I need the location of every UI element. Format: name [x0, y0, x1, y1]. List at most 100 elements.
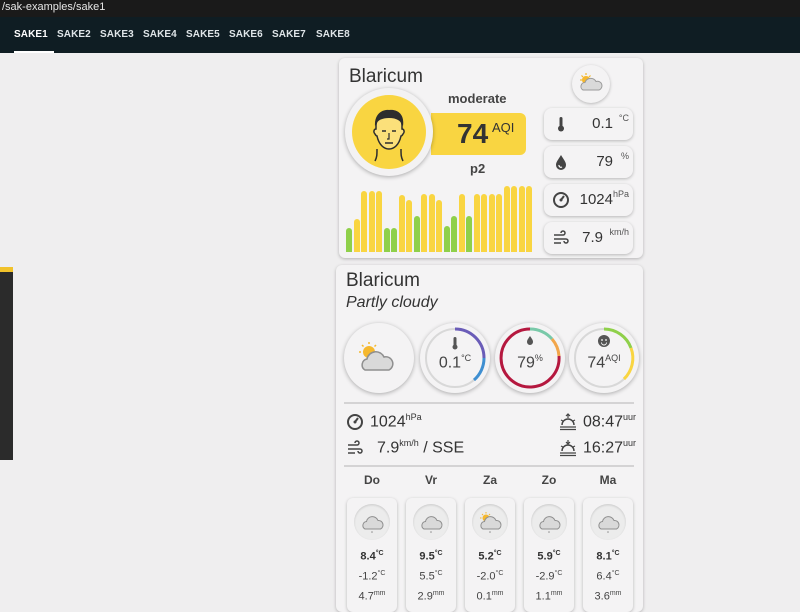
tab-sake2[interactable]: SAKE2: [51, 17, 97, 53]
tab-sake5[interactable]: SAKE5: [180, 17, 226, 53]
sunset-row: 16:27uur: [583, 438, 637, 457]
forecast-day-card[interactable]: 5.2°C -2.0°C 0.1mm: [465, 498, 515, 612]
pressure-unit: hPa: [612, 189, 629, 199]
aqi-gauge[interactable]: 74AQI: [569, 323, 639, 393]
humidity-drop-icon: [556, 155, 566, 170]
forecast-day-card[interactable]: 5.9°C -2.9°C 1.1mm: [524, 498, 574, 612]
history-bar: [353, 219, 360, 252]
weather-card[interactable]: Blaricum Partly cloudy 0.1°C 79% 74AQI 1…: [336, 265, 643, 612]
temperature-gauge[interactable]: 0.1°C: [420, 323, 490, 393]
tab-bar: SAKE1 SAKE2 SAKE3 SAKE4 SAKE5 SAKE6 SAKE…: [0, 17, 800, 53]
temperature-unit: °C: [618, 113, 629, 123]
forecast-day-label: Za: [482, 473, 497, 487]
temperature-value: 0.1: [592, 115, 613, 132]
history-bar: [346, 228, 352, 252]
face-icon: [352, 95, 426, 169]
url-text: /sak-examples/sake1: [2, 1, 106, 13]
history-bar: [488, 194, 495, 252]
pressure-pill[interactable]: 1024 hPa: [544, 184, 633, 216]
forecast-high: 8.1°C: [596, 550, 620, 563]
partly-cloudy-icon: [359, 342, 394, 371]
forecast-low: 5.5°C: [419, 570, 443, 583]
forecast-high: 5.9°C: [537, 550, 561, 563]
history-bar: [503, 186, 510, 252]
tab-sake8[interactable]: SAKE8: [310, 17, 356, 53]
tab-sake3[interactable]: SAKE3: [94, 17, 140, 53]
history-bar: [428, 194, 435, 252]
temperature-gauge-value: 0.1°C: [438, 353, 472, 372]
humidity-pill[interactable]: 79 %: [544, 146, 633, 178]
wind-unit: km/h: [609, 227, 629, 237]
thermometer-icon: [558, 117, 564, 132]
history-bar: [383, 228, 390, 252]
history-bar: [473, 194, 480, 252]
forecast-rain: 1.1mm: [535, 590, 563, 603]
wind-icon: [348, 440, 363, 454]
aqi-history-chart: [346, 186, 532, 252]
history-bar: [481, 194, 487, 252]
tab-sake7[interactable]: SAKE7: [266, 17, 312, 53]
history-bar: [518, 186, 525, 252]
history-bar: [361, 191, 367, 252]
forecast-low: -1.2°C: [358, 570, 386, 583]
forecast-day-label: Zo: [541, 473, 557, 487]
forecast-high: 8.4°C: [360, 550, 384, 563]
forecast-rain: 0.1mm: [476, 590, 504, 603]
tab-sake1[interactable]: SAKE1: [8, 17, 54, 53]
history-bar: [496, 194, 502, 252]
wind-row: 7.9km/h / SSE: [377, 438, 465, 457]
condition-icon-circle[interactable]: [344, 323, 414, 393]
cloud-icon: [531, 504, 567, 540]
url-bar[interactable]: /sak-examples/sake1: [0, 0, 800, 17]
forecast-day-label: Do: [364, 473, 380, 487]
aqi-face-indicator[interactable]: [345, 88, 433, 176]
pressure-value: 1024: [579, 191, 613, 208]
card-title: Blaricum: [346, 270, 420, 291]
history-bar: [466, 216, 472, 252]
aqi-gauge-value: 74AQI: [587, 353, 621, 372]
forecast-day-card[interactable]: 9.5°C 5.5°C 2.9mm: [406, 498, 456, 612]
wind-icon: [554, 230, 569, 244]
barometer-icon: [347, 414, 363, 430]
history-bar: [391, 228, 397, 252]
history-bar: [451, 216, 457, 252]
history-bar: [406, 200, 412, 252]
forecast-low: -2.9°C: [535, 570, 563, 583]
aqi-value-banner: 74 AQI: [431, 113, 526, 155]
history-bar: [436, 200, 442, 252]
aqi-value: 74: [457, 118, 489, 149]
forecast-day-card[interactable]: 8.4°C -1.2°C 4.7mm: [347, 498, 397, 612]
forecast-rain: 4.7mm: [358, 590, 386, 603]
history-bar: [413, 216, 420, 252]
forecast-rain: 3.6mm: [594, 590, 622, 603]
divider: [344, 465, 634, 467]
barometer-icon: [553, 192, 569, 208]
wind-pill[interactable]: 7.9 km/h: [544, 222, 633, 254]
aqi-unit: AQI: [492, 120, 515, 135]
humidity-gauge-value: 79%: [517, 353, 543, 372]
pressure-row: 1024hPa: [370, 412, 422, 431]
humidity-unit: %: [620, 151, 629, 161]
forecast-day-card[interactable]: 8.1°C 6.4°C 3.6mm: [583, 498, 633, 612]
air-quality-card[interactable]: Blaricum moderate 74 AQI p2 0.1 °C 79 % …: [339, 58, 643, 258]
aqi-level-label: moderate: [448, 91, 507, 106]
forecast-day-label: Ma: [599, 473, 617, 487]
side-drawer[interactable]: [0, 267, 13, 460]
partly-cloudy-icon[interactable]: [572, 65, 610, 103]
weather-condition: Partly cloudy: [346, 294, 438, 311]
sunrise-row: 08:47uur: [583, 412, 637, 431]
history-bar: [526, 186, 532, 252]
history-bar: [511, 186, 517, 252]
divider: [344, 402, 634, 404]
humidity-gauge[interactable]: 79%: [495, 323, 565, 393]
tab-sake4[interactable]: SAKE4: [137, 17, 183, 53]
sunset-icon: [560, 440, 576, 457]
history-bar: [398, 195, 405, 252]
forecast-high: 9.5°C: [419, 550, 443, 563]
temperature-pill[interactable]: 0.1 °C: [544, 108, 633, 140]
card-title: Blaricum: [349, 66, 423, 87]
partly-cloudy-icon: [472, 504, 508, 540]
history-bar: [458, 194, 465, 252]
tab-sake6[interactable]: SAKE6: [223, 17, 269, 53]
history-bar: [421, 194, 427, 252]
